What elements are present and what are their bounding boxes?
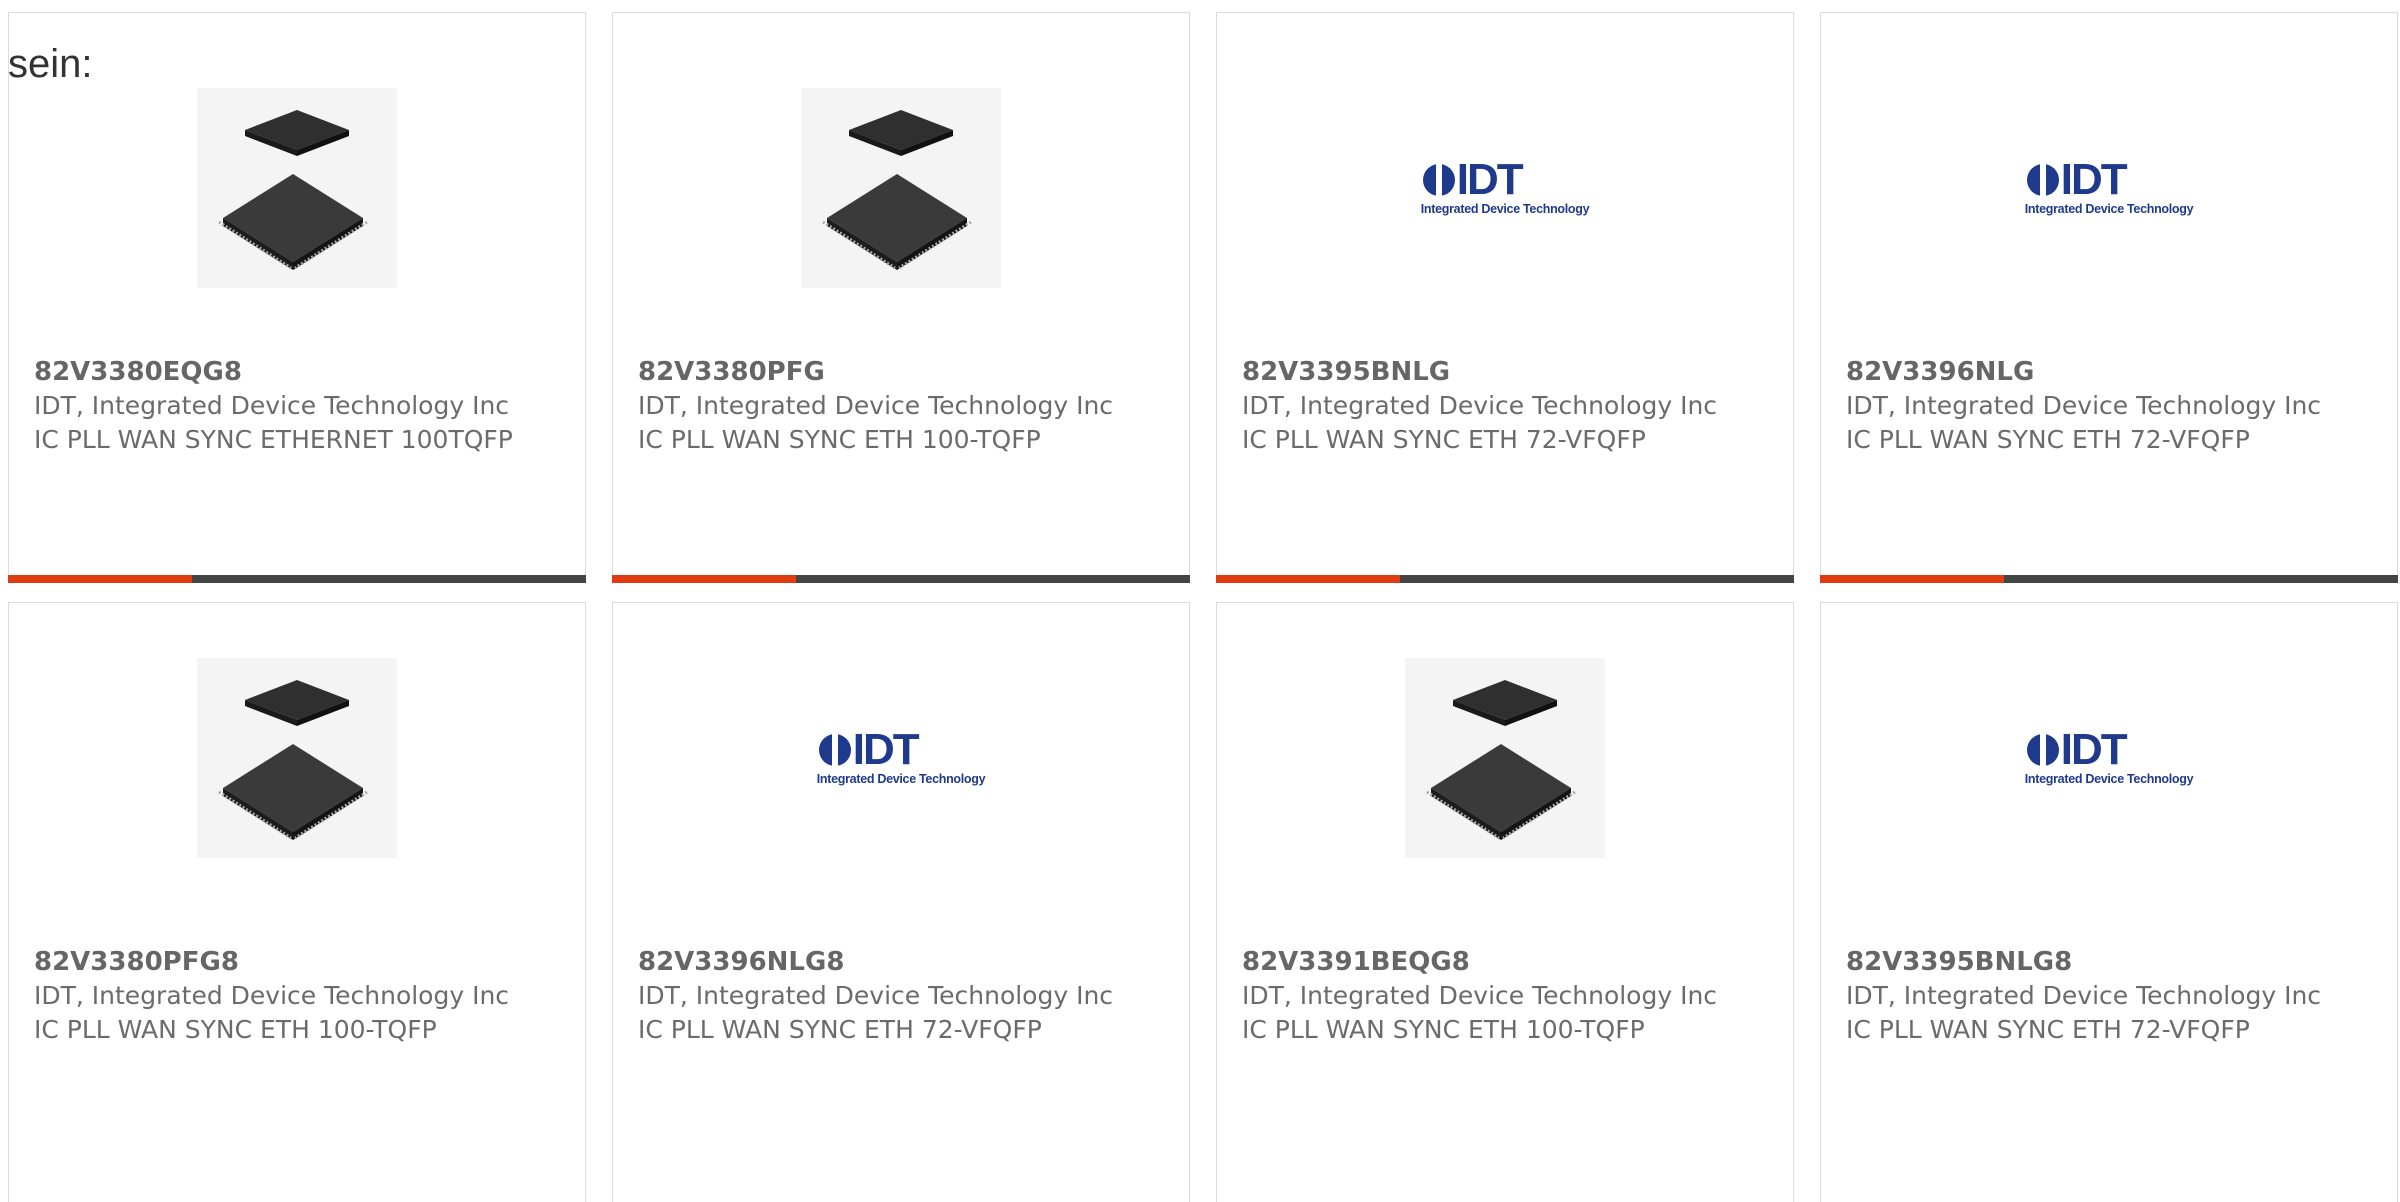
manufacturer: IDT, Integrated Device Technology Inc: [34, 391, 510, 420]
card-accent-bar: [1820, 575, 2004, 583]
manufacturer: IDT, Integrated Device Technology Inc: [638, 981, 1114, 1010]
idt-logo[interactable]: IDT Integrated Device Technology: [1821, 643, 2397, 873]
card-accent-bar: [8, 575, 192, 583]
product-info: 82V3395BNLG8 IDT, Integrated Device Tech…: [1846, 945, 2326, 1047]
idt-logo[interactable]: IDT Integrated Device Technology: [1217, 73, 1793, 303]
product-info: 82V3396NLG8 IDT, Integrated Device Techn…: [638, 945, 1118, 1047]
product-info: 82V3380PFG8 IDT, Integrated Device Techn…: [34, 945, 514, 1047]
logo-subtitle: Integrated Device Technology: [1420, 202, 1590, 216]
description: IC PLL WAN SYNC ETH 72-VFQFP: [638, 1015, 1042, 1044]
card-accent-bar: [1216, 575, 1400, 583]
idt-logo-mark-icon: [2026, 732, 2059, 768]
manufacturer: IDT, Integrated Device Technology Inc: [34, 981, 510, 1010]
page-prefix-text: sein:: [8, 42, 93, 86]
product-card[interactable]: 82V3380PFG IDT, Integrated Device Techno…: [612, 12, 1190, 583]
manufacturer: IDT, Integrated Device Technology Inc: [638, 391, 1114, 420]
product-info: 82V3395BNLG IDT, Integrated Device Techn…: [1242, 355, 1722, 457]
card-bottom-bar: [1820, 575, 2398, 583]
manufacturer: IDT, Integrated Device Technology Inc: [1242, 391, 1718, 420]
manufacturer: IDT, Integrated Device Technology Inc: [1242, 981, 1718, 1010]
chip-package-icon[interactable]: [613, 73, 1189, 303]
chip-package-icon[interactable]: [9, 73, 585, 303]
part-number[interactable]: 82V3380PFG8: [34, 945, 514, 979]
card-bottom-bar: [8, 575, 586, 583]
idt-logo[interactable]: IDT Integrated Device Technology: [613, 643, 1189, 873]
product-info: 82V3396NLG IDT, Integrated Device Techno…: [1846, 355, 2326, 457]
idt-logo[interactable]: IDT Integrated Device Technology: [1821, 73, 2397, 303]
product-card[interactable]: IDT Integrated Device Technology 82V3395…: [1820, 602, 2398, 1202]
part-number[interactable]: 82V3396NLG8: [638, 945, 1118, 979]
manufacturer: IDT, Integrated Device Technology Inc: [1846, 981, 2322, 1010]
chip-package-icon[interactable]: [1217, 643, 1793, 873]
logo-subtitle: Integrated Device Technology: [2024, 202, 2194, 216]
product-card[interactable]: 82V3380PFG8 IDT, Integrated Device Techn…: [8, 602, 586, 1202]
chip-package-icon[interactable]: [9, 643, 585, 873]
product-card[interactable]: IDT Integrated Device Technology 82V3396…: [612, 602, 1190, 1202]
card-bottom-bar: [1216, 575, 1794, 583]
product-info: 82V3380EQG8 IDT, Integrated Device Techn…: [34, 355, 514, 457]
description: IC PLL WAN SYNC ETH 100-TQFP: [34, 1015, 437, 1044]
logo-word: IDT: [1456, 155, 1524, 204]
product-card[interactable]: IDT Integrated Device Technology 82V3396…: [1820, 12, 2398, 583]
logo-subtitle: Integrated Device Technology: [816, 772, 986, 786]
part-number[interactable]: 82V3391BEQG8: [1242, 945, 1722, 979]
product-card[interactable]: 82V3380EQG8 IDT, Integrated Device Techn…: [8, 12, 586, 583]
product-info: 82V3380PFG IDT, Integrated Device Techno…: [638, 355, 1118, 457]
product-card[interactable]: 82V3391BEQG8 IDT, Integrated Device Tech…: [1216, 602, 1794, 1202]
logo-word: IDT: [2060, 155, 2128, 204]
logo-word: IDT: [2060, 725, 2128, 774]
idt-logo-mark-icon: [818, 732, 851, 768]
logo-subtitle: Integrated Device Technology: [2024, 772, 2194, 786]
card-accent-bar: [612, 575, 796, 583]
description: IC PLL WAN SYNC ETH 72-VFQFP: [1846, 1015, 2250, 1044]
description: IC PLL WAN SYNC ETH 72-VFQFP: [1846, 425, 2250, 454]
idt-logo-mark-icon: [2026, 162, 2059, 198]
description: IC PLL WAN SYNC ETHERNET 100TQFP: [34, 425, 513, 454]
part-number[interactable]: 82V3395BNLG: [1242, 355, 1722, 389]
description: IC PLL WAN SYNC ETH 100-TQFP: [638, 425, 1041, 454]
product-info: 82V3391BEQG8 IDT, Integrated Device Tech…: [1242, 945, 1722, 1047]
idt-logo-mark-icon: [1422, 162, 1455, 198]
description: IC PLL WAN SYNC ETH 72-VFQFP: [1242, 425, 1646, 454]
product-card[interactable]: IDT Integrated Device Technology 82V3395…: [1216, 12, 1794, 583]
part-number[interactable]: 82V3380PFG: [638, 355, 1118, 389]
product-grid: 82V3380EQG8 IDT, Integrated Device Techn…: [0, 0, 2400, 1202]
card-bottom-bar: [612, 575, 1190, 583]
logo-word: IDT: [852, 725, 920, 774]
description: IC PLL WAN SYNC ETH 100-TQFP: [1242, 1015, 1645, 1044]
manufacturer: IDT, Integrated Device Technology Inc: [1846, 391, 2322, 420]
part-number[interactable]: 82V3396NLG: [1846, 355, 2326, 389]
part-number[interactable]: 82V3395BNLG8: [1846, 945, 2326, 979]
part-number[interactable]: 82V3380EQG8: [34, 355, 514, 389]
